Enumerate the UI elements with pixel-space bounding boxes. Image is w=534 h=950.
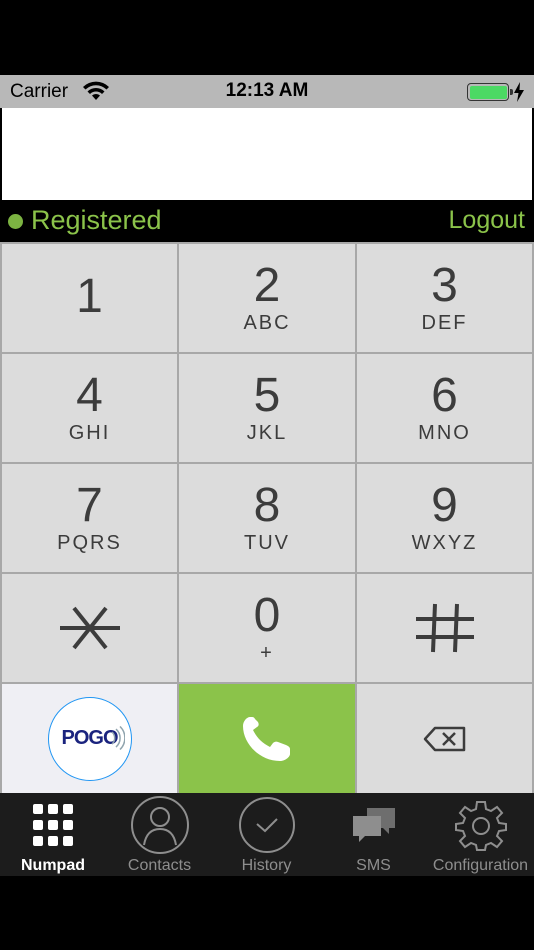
pogo-logo: POGO [47, 696, 132, 781]
charging-bolt-icon [514, 82, 524, 102]
key-digit: 4 [76, 369, 103, 422]
asterisk-icon [59, 606, 120, 650]
delete-button[interactable] [357, 684, 532, 793]
key-letters: JKL [246, 422, 288, 444]
tab-configuration[interactable]: Configuration [427, 793, 534, 876]
key-0[interactable]: 0 + [179, 574, 355, 682]
key-letters: GHI [68, 422, 111, 444]
gear-icon [454, 801, 507, 851]
tab-bar: Numpad Contacts History SMS Configuratio… [0, 793, 534, 876]
key-letters: PQRS [57, 532, 122, 554]
tab-sms[interactable]: SMS [320, 793, 427, 876]
key-4[interactable]: 4 GHI [2, 354, 177, 462]
number-display[interactable] [2, 108, 532, 200]
logout-button[interactable]: Logout [449, 206, 525, 235]
key-letters: TUV [244, 532, 290, 554]
key-digit: 7 [76, 479, 103, 532]
bottom-letterbox [0, 876, 534, 950]
key-5[interactable]: 5 JKL [179, 354, 355, 462]
tab-label: Configuration [432, 857, 529, 874]
tab-numpad[interactable]: Numpad [0, 793, 106, 876]
key-digit: 6 [431, 369, 458, 422]
pogo-logo-button[interactable]: POGO [2, 684, 177, 793]
tab-label: Numpad [21, 857, 85, 874]
key-digit: 3 [431, 259, 458, 312]
key-hash[interactable] [357, 574, 532, 682]
chat-icon [352, 808, 395, 842]
top-letterbox [0, 0, 534, 75]
keypad: 1 2 ABC 3 DEF 4 GHI 5 JKL 6 MNO 7 PQRS 8… [0, 242, 534, 793]
key-9[interactable]: 9 WXYZ [357, 464, 532, 572]
tab-label: Contacts [127, 857, 192, 874]
phone-icon [243, 716, 290, 761]
tab-history[interactable]: History [213, 793, 320, 876]
key-letters: + [260, 642, 274, 664]
status-bar: Carrier 12:13 AM [0, 75, 534, 108]
key-letters: DEF [421, 312, 468, 334]
person-icon [130, 796, 189, 854]
call-button[interactable] [179, 684, 355, 793]
key-digit: 5 [253, 369, 281, 422]
key-digit: 0 [253, 589, 281, 642]
key-7[interactable]: 7 PQRS [2, 464, 177, 572]
key-8[interactable]: 8 TUV [179, 464, 355, 572]
tab-contacts[interactable]: Contacts [106, 793, 213, 876]
clock-time: 12:13 AM [225, 80, 309, 101]
key-digit: 1 [76, 270, 103, 323]
registration-status: Registered [31, 205, 162, 235]
grid-icon [33, 804, 73, 846]
signal-waves-icon [110, 725, 125, 750]
key-2[interactable]: 2 ABC [179, 244, 355, 352]
key-digit: 2 [253, 259, 281, 312]
backspace-icon [423, 726, 465, 751]
tab-label: History [241, 857, 292, 874]
key-1[interactable]: 1 [2, 244, 177, 352]
key-letters: WXYZ [411, 532, 478, 554]
key-letters: ABC [243, 312, 291, 334]
clock-icon [238, 797, 295, 853]
tab-label: SMS [356, 857, 391, 874]
key-digit: 8 [253, 479, 281, 532]
registration-bar: Registered Logout [0, 200, 534, 242]
key-star[interactable] [2, 574, 177, 682]
hash-icon [415, 603, 474, 653]
key-6[interactable]: 6 MNO [357, 354, 532, 462]
key-digit: 9 [431, 479, 458, 532]
key-3[interactable]: 3 DEF [357, 244, 532, 352]
battery-icon [467, 83, 513, 101]
status-dot-icon [8, 214, 23, 229]
key-letters: MNO [418, 422, 471, 444]
